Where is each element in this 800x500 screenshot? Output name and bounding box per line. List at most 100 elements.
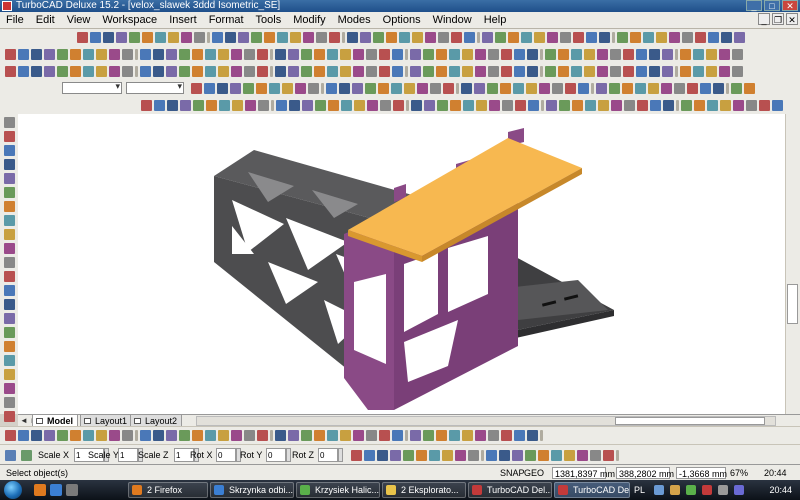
toolbar-tool-icon[interactable] — [3, 215, 15, 226]
toolbar-tool-icon[interactable] — [571, 65, 582, 77]
toolbar-tool-icon[interactable] — [430, 82, 441, 94]
toolbar-tool-icon[interactable] — [212, 31, 223, 43]
toolbar-tool-icon[interactable] — [487, 82, 498, 94]
toolbar-tool-icon[interactable] — [578, 82, 589, 94]
toolbar-tool-icon[interactable] — [623, 65, 634, 77]
toolbar-tool-icon[interactable] — [552, 82, 563, 94]
doc-restore-button[interactable]: ❐ — [772, 13, 784, 25]
toolbar-tool-icon[interactable] — [425, 31, 436, 43]
rot-z-spinner[interactable] — [338, 448, 343, 462]
toolbar-tool-icon[interactable] — [122, 429, 133, 441]
menu-tools[interactable]: Tools — [250, 12, 288, 28]
taskbar-item-chat[interactable]: Krzysiek Halic... — [296, 482, 380, 498]
toolbar-tool-icon[interactable] — [573, 31, 584, 43]
toolbar-tool-icon[interactable] — [314, 429, 325, 441]
toolbar-tool-icon[interactable] — [327, 429, 338, 441]
toolbar-tool-icon[interactable] — [302, 99, 313, 111]
taskbar-item-firefox[interactable]: 2 Firefox — [128, 482, 208, 498]
toolbar-tool-icon[interactable] — [436, 48, 447, 60]
toolbar-tool-icon[interactable] — [166, 429, 177, 441]
toolbar-tool-icon[interactable] — [238, 31, 249, 43]
toolbar-tool-icon[interactable] — [547, 31, 558, 43]
toolbar-tool-icon[interactable] — [442, 449, 453, 461]
toolbar-tool-icon[interactable] — [96, 65, 107, 77]
toolbar-tool-icon[interactable] — [277, 31, 288, 43]
toolbar-tool-icon[interactable] — [282, 82, 293, 94]
toolbar-tool-icon[interactable] — [468, 449, 479, 461]
rot-y-spinner[interactable] — [286, 448, 291, 462]
toolbar-tool-icon[interactable] — [584, 65, 595, 77]
doc-close-button[interactable]: ✕ — [786, 13, 798, 25]
toolbar-tool-icon[interactable] — [565, 82, 576, 94]
toolbar-tool-icon[interactable] — [3, 173, 15, 184]
toolbar-tool-icon[interactable] — [340, 65, 351, 77]
snap-toggle[interactable]: SNAP — [500, 467, 525, 479]
toolbar-tool-icon[interactable] — [379, 48, 390, 60]
toolbar-tool-icon[interactable] — [390, 449, 401, 461]
layer-combo[interactable] — [62, 81, 122, 94]
toolbar-tool-icon[interactable] — [366, 48, 377, 60]
toolbar-tool-icon[interactable] — [501, 429, 512, 441]
toolbar-tool-icon[interactable] — [706, 65, 717, 77]
toolbar-tool-icon[interactable] — [499, 449, 510, 461]
toolbar-tool-icon[interactable] — [329, 31, 340, 43]
menu-options[interactable]: Options — [377, 12, 427, 28]
toolbar-tool-icon[interactable] — [193, 99, 204, 111]
toolbar-tool-icon[interactable] — [232, 99, 243, 111]
toolbar-tool-icon[interactable] — [514, 48, 525, 60]
toolbar-tool-icon[interactable] — [3, 397, 15, 408]
toolbar-tool-icon[interactable] — [661, 82, 672, 94]
toolbar-tool-icon[interactable] — [352, 82, 363, 94]
toolbar-tool-icon[interactable] — [669, 31, 680, 43]
toolbar-tool-icon[interactable] — [662, 65, 673, 77]
toolbar-tool-icon[interactable] — [366, 429, 377, 441]
toolbar-tool-icon[interactable] — [597, 65, 608, 77]
toolbar-tool-icon[interactable] — [204, 82, 215, 94]
toolbar-tool-icon[interactable] — [437, 99, 448, 111]
minimize-button[interactable]: _ — [746, 0, 762, 11]
toolbar-tool-icon[interactable] — [636, 65, 647, 77]
toolbar-tool-icon[interactable] — [3, 383, 15, 394]
toolbar-tool-icon[interactable] — [617, 31, 628, 43]
geo-toggle[interactable]: GEO — [524, 467, 544, 479]
toolbar-tool-icon[interactable] — [258, 99, 269, 111]
toolbar-tool-icon[interactable] — [399, 31, 410, 43]
toolbar-tool-icon[interactable] — [353, 65, 364, 77]
toolbar-tool-icon[interactable] — [599, 31, 610, 43]
toolbar-tool-icon[interactable] — [624, 99, 635, 111]
toolbar-tool-icon[interactable] — [475, 48, 486, 60]
toolbar-tool-icon[interactable] — [596, 82, 607, 94]
toolbar-tool-icon[interactable] — [327, 65, 338, 77]
toolbar-tool-icon[interactable] — [386, 31, 397, 43]
toolbar-tool-icon[interactable] — [166, 65, 177, 77]
toolbar-tool-icon[interactable] — [694, 99, 705, 111]
toolbar-tool-icon[interactable] — [251, 31, 262, 43]
toolbar-tool-icon[interactable] — [513, 82, 524, 94]
toolbar-tool-icon[interactable] — [3, 229, 15, 240]
toolbar-tool-icon[interactable] — [364, 449, 375, 461]
toolbar-tool-icon[interactable] — [410, 429, 421, 441]
toolbar-tool-icon[interactable] — [707, 99, 718, 111]
toolbar-tool-icon[interactable] — [83, 429, 94, 441]
toolbar-tool-icon[interactable] — [464, 31, 475, 43]
drawing-canvas[interactable] — [18, 114, 800, 414]
toolbar-tool-icon[interactable] — [140, 65, 151, 77]
toolbar-tool-icon[interactable] — [482, 31, 493, 43]
security-icon[interactable] — [686, 485, 696, 495]
toolbar-tool-icon[interactable] — [5, 48, 16, 60]
rot-x-input[interactable] — [216, 448, 236, 462]
toolbar-tool-icon[interactable] — [410, 65, 421, 77]
toolbar-tool-icon[interactable] — [436, 429, 447, 441]
toolbar-tool-icon[interactable] — [339, 82, 350, 94]
toolbar-tool-icon[interactable] — [18, 429, 29, 441]
toolbar-tool-icon[interactable] — [680, 48, 691, 60]
toolbar-tool-icon[interactable] — [90, 31, 101, 43]
toolbar-tool-icon[interactable] — [662, 48, 673, 60]
toolbar-tool-icon[interactable] — [423, 65, 434, 77]
toolbar-tool-icon[interactable] — [455, 449, 466, 461]
toolbar-tool-icon[interactable] — [230, 82, 241, 94]
toolbar-tool-icon[interactable] — [476, 99, 487, 111]
toolbar-tool-icon[interactable] — [31, 48, 42, 60]
toolbar-tool-icon[interactable] — [3, 257, 15, 268]
toolbar-tool-icon[interactable] — [706, 48, 717, 60]
